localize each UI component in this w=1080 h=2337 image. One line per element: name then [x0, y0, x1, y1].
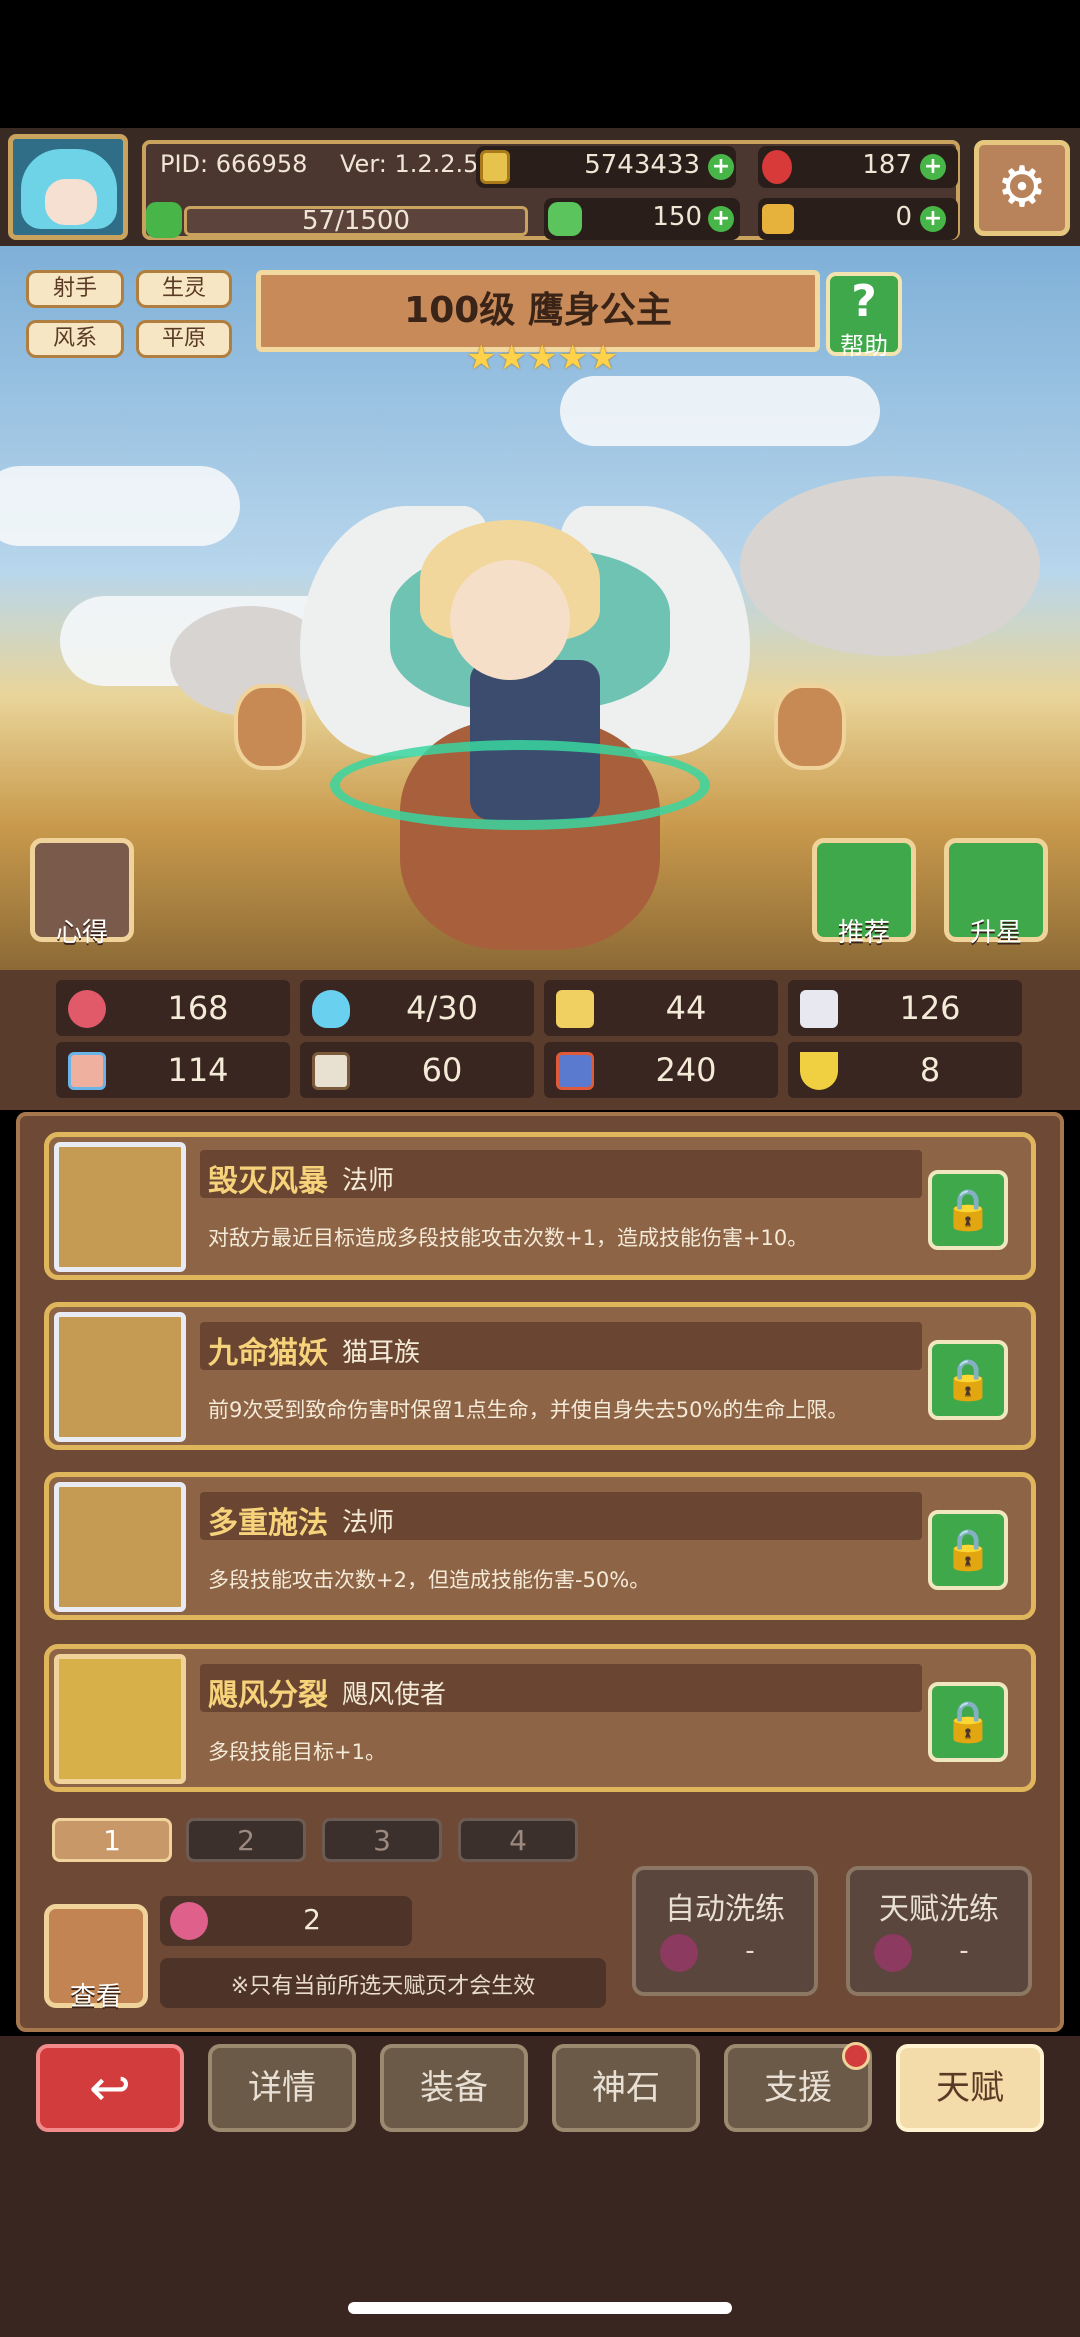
talent-name: 毁灭风暴: [208, 1164, 328, 1199]
clover-icon: [548, 202, 582, 236]
cloud: [0, 466, 240, 546]
cloud: [560, 376, 880, 446]
help-label: 帮助: [840, 332, 888, 360]
lock-icon[interactable]: 🔒: [928, 1170, 1008, 1250]
star-up-label: 升星: [969, 918, 1022, 948]
hero-face: [450, 560, 570, 680]
add-gold-icon[interactable]: +: [708, 154, 734, 180]
cat-head-icon: [54, 1312, 186, 1442]
stat-magic-value: 60: [421, 1051, 463, 1089]
magic-staff-icon: [54, 1482, 186, 1612]
stat-power-value: 240: [655, 1051, 717, 1089]
talent-page-tab-1[interactable]: 1: [52, 1818, 172, 1862]
gold-amount: 5743433: [584, 150, 700, 180]
lock-icon[interactable]: 🔒: [928, 1682, 1008, 1762]
settings-gear-icon[interactable]: ⚙: [974, 140, 1070, 236]
recommend-label: 推荐: [837, 918, 890, 948]
hero-star-rating: ★★★★★: [466, 338, 619, 378]
active-page-note: ※只有当前所选天赋页才会生效: [230, 1974, 536, 1999]
talent-wash-cost: -: [959, 1936, 969, 1966]
talent-desc: 多段技能攻击次数+2，但造成技能伤害-50%。: [208, 1568, 651, 1592]
talent-wash-label: 天赋洗练: [879, 1892, 999, 1927]
talent-name: 飓风分裂: [208, 1678, 328, 1713]
talent-desc: 对敌方最近目标造成多段技能攻击次数+1，造成技能伤害+10。: [208, 1226, 809, 1250]
talent-name: 九命猫妖: [208, 1336, 328, 1371]
gems-amount: 187: [862, 150, 912, 180]
lock-icon[interactable]: 🔒: [928, 1510, 1008, 1590]
horseshoe-icon: [800, 1052, 838, 1090]
talent-page-tab-3[interactable]: 3: [322, 1818, 442, 1862]
ruby-gem-icon: [762, 150, 792, 184]
talent-tab[interactable]: 天赋: [896, 2044, 1044, 2132]
player-id: PID: 666958: [160, 150, 308, 178]
water-drop-icon: [312, 990, 350, 1028]
stat-attack-value: 114: [167, 1051, 229, 1089]
shield-slot-left-icon[interactable]: [234, 684, 306, 770]
hero-wind-swirl: [330, 740, 710, 830]
auto-wash-label: 自动洗练: [665, 1892, 785, 1927]
equipment-tab[interactable]: 装备: [380, 2044, 528, 2132]
hero-tag-creature: 生灵: [136, 270, 232, 308]
details-tab[interactable]: 详情: [208, 2044, 356, 2132]
help-question-icon: ?: [851, 276, 877, 327]
heart-icon: [68, 990, 106, 1028]
auto-wash-cost: -: [745, 1936, 755, 1966]
gold-coin-icon: [480, 150, 510, 184]
rock-arch: [740, 476, 1040, 656]
shield-slot-right-icon[interactable]: [774, 684, 846, 770]
home-indicator[interactable]: [348, 2302, 732, 2314]
talent-class: 法师: [342, 1508, 395, 1538]
horn-amount: 0: [895, 202, 912, 232]
back-button[interactable]: ↩: [36, 2044, 184, 2132]
fist-icon: [68, 1052, 106, 1090]
potion-icon: [170, 1902, 208, 1940]
add-gems-icon[interactable]: +: [920, 154, 946, 180]
talent-class: 法师: [342, 1166, 395, 1196]
notification-dot: [842, 2042, 870, 2070]
talent-class: 飓风使者: [342, 1680, 447, 1710]
potion-icon: [874, 1934, 912, 1972]
talent-page-tab-4[interactable]: 4: [458, 1818, 578, 1862]
stat-hp-value: 168: [167, 989, 229, 1027]
clover-amount: 150: [652, 202, 702, 232]
talent-page-tab-2[interactable]: 2: [186, 1818, 306, 1862]
player-avatar[interactable]: [8, 134, 128, 240]
stat-defense-value: 44: [665, 989, 707, 1027]
talent-desc: 前9次受到致命伤害时保留1点生命，并使自身失去50%的生命上限。: [208, 1398, 849, 1422]
stat-luck-value: 8: [919, 1051, 941, 1089]
hero-tag-plains: 平原: [136, 320, 232, 358]
wing-speed-icon: [800, 990, 838, 1028]
stat-speed-value: 126: [899, 989, 961, 1027]
horn-icon: [762, 204, 794, 234]
add-horn-icon[interactable]: +: [920, 206, 946, 232]
magic-staff-icon: [54, 1142, 186, 1272]
view-label: 查看: [69, 1982, 122, 2012]
energy-value: 57/1500: [301, 206, 410, 236]
god-stone-tab[interactable]: 神石: [552, 2044, 700, 2132]
mind-notes-label: 心得: [55, 918, 108, 948]
hero-tag-wind: 风系: [26, 320, 124, 358]
lock-icon[interactable]: 🔒: [928, 1340, 1008, 1420]
hero-tag-archer: 射手: [26, 270, 124, 308]
star-emblem-icon: [54, 1654, 186, 1784]
add-clover-icon[interactable]: +: [708, 206, 734, 232]
potion-count: 2: [303, 1903, 321, 1936]
shield-icon: [556, 990, 594, 1028]
avatar-face: [45, 179, 97, 225]
version-label: Ver: 1.2.2.5: [340, 150, 479, 178]
talent-name: 多重施法: [208, 1506, 328, 1541]
talent-class: 猫耳族: [342, 1338, 421, 1368]
energy-clover-icon: [146, 202, 182, 238]
spellbook-icon: [312, 1052, 350, 1090]
power-icon: [556, 1052, 594, 1090]
potion-icon: [660, 1934, 698, 1972]
talent-desc: 多段技能目标+1。: [208, 1740, 386, 1764]
stat-mana-value: 4/30: [406, 989, 478, 1027]
